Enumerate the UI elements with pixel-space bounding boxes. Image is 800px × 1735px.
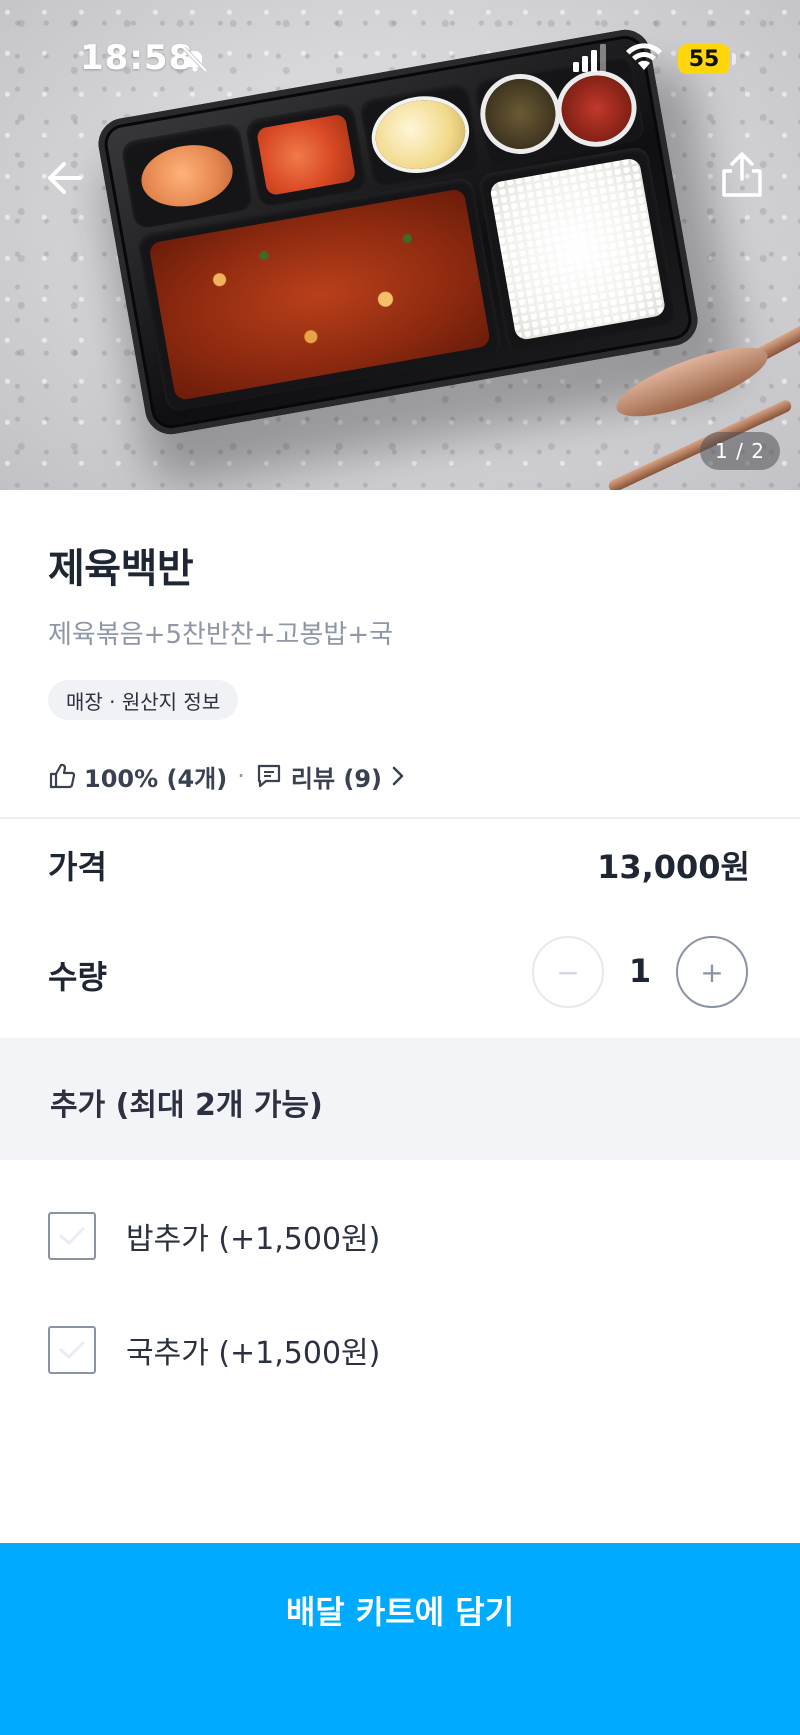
- price-label: 가격: [48, 848, 107, 886]
- product-hero-image[interactable]: 18:58 55 1 / 2: [0, 0, 800, 490]
- addon-checkbox[interactable]: [48, 1326, 96, 1374]
- price-value: 13,000원: [597, 848, 750, 886]
- battery-icon: 55: [678, 44, 730, 74]
- rice-compartment: [477, 145, 679, 353]
- share-button[interactable]: [714, 146, 770, 202]
- egg-roll: [136, 138, 238, 214]
- product-title: 제육백반: [48, 546, 194, 592]
- addon-section-title: 추가 (최대 2개 가능): [50, 1088, 323, 1123]
- egg-compartment: [120, 122, 254, 230]
- separator-dot: ·: [237, 762, 245, 790]
- product-subtitle: 제육볶음+5찬반찬+고봉밥+국: [48, 620, 394, 650]
- store-origin-info-chip[interactable]: 매장 · 원산지 정보: [48, 680, 239, 720]
- bell-slash-icon: [182, 46, 208, 73]
- addon-option-extra-soup[interactable]: 국추가 (+1,500원): [48, 1324, 380, 1376]
- rating-text: 100% (4개): [84, 764, 228, 793]
- kimchi: [255, 113, 357, 197]
- wifi-icon: [626, 43, 662, 70]
- addon-option-extra-rice[interactable]: 밥추가 (+1,500원): [48, 1210, 380, 1262]
- addon-option-label: 국추가 (+1,500원): [126, 1336, 381, 1371]
- review-count-link: 리뷰 (9): [290, 764, 383, 793]
- arrow-left-icon: [48, 162, 82, 194]
- check-icon: [59, 1341, 85, 1359]
- thumbs-up-icon: [49, 763, 76, 789]
- comment-icon: [257, 764, 280, 788]
- cellular-signal-icon: [573, 44, 606, 72]
- addon-option-label: 밥추가 (+1,500원): [126, 1222, 381, 1257]
- macaroni-salad: [370, 93, 471, 176]
- spicy-pork: [148, 187, 492, 402]
- addon-checkbox[interactable]: [48, 1212, 96, 1260]
- battery-tip: [732, 53, 736, 65]
- quantity-increase-button[interactable]: +: [676, 936, 748, 1008]
- quantity-label: 수량: [48, 958, 107, 996]
- rice: [488, 157, 667, 342]
- back-button[interactable]: [36, 150, 92, 206]
- quantity-decrease-button[interactable]: −: [532, 936, 604, 1008]
- add-to-delivery-cart-button[interactable]: 배달 카트에 담기: [0, 1543, 800, 1735]
- share-icon: [722, 152, 762, 197]
- spicy-side: [556, 70, 637, 148]
- quantity-value: 1: [628, 952, 652, 990]
- rating-review-row[interactable]: 100% (4개) · 리뷰 (9): [48, 758, 406, 794]
- cta-label: 배달 카트에 담기: [285, 1593, 515, 1631]
- status-time: 18:58: [80, 38, 194, 78]
- anchovy-side: [479, 73, 561, 155]
- salad-compartment: [358, 81, 483, 188]
- chevron-right-icon: [392, 766, 404, 786]
- image-page-indicator: 1 / 2: [700, 432, 780, 470]
- kimchi-compartment: [244, 101, 368, 208]
- section-divider: [0, 817, 800, 819]
- check-icon: [59, 1227, 85, 1245]
